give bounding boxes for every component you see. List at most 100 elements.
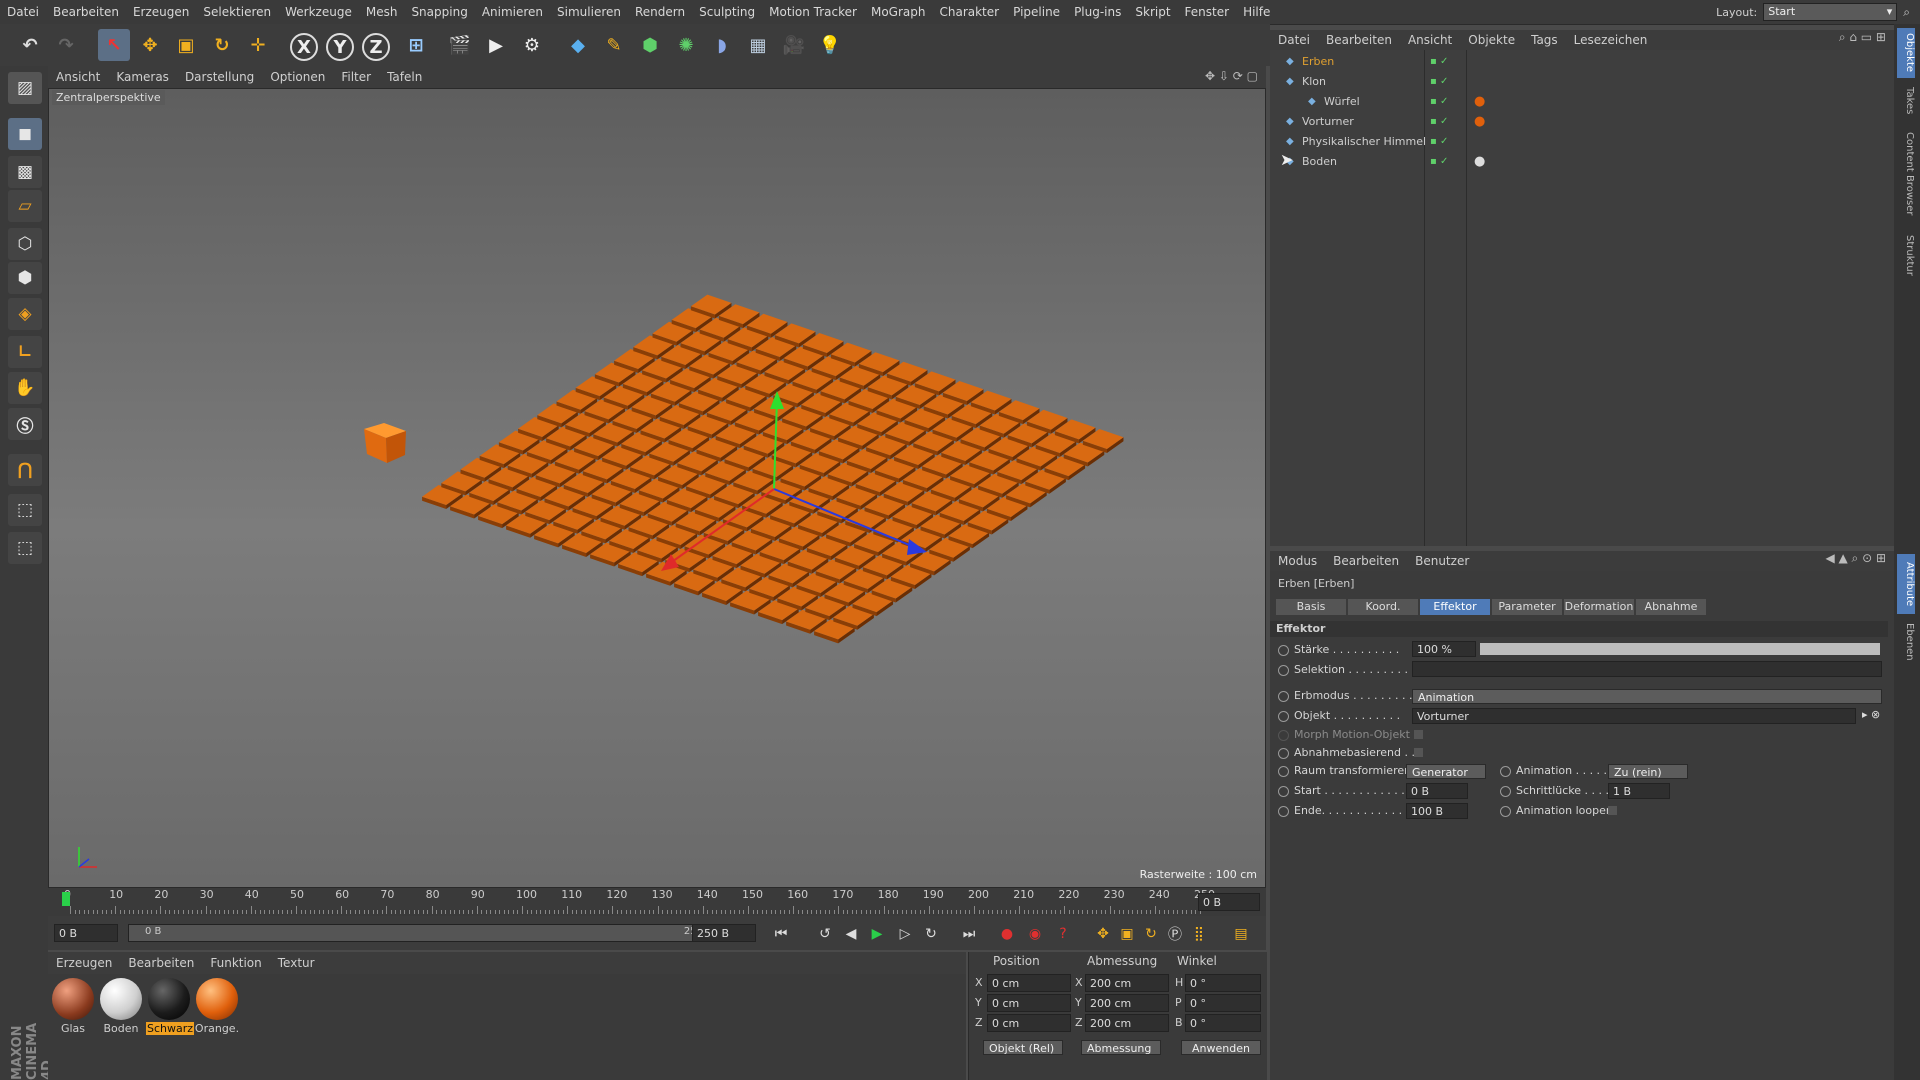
menu-rendern[interactable]: Rendern — [628, 0, 692, 24]
menu-simulieren[interactable]: Simulieren — [550, 0, 628, 24]
start-field[interactable]: 0 B — [1406, 783, 1468, 799]
tweak-mode-icon[interactable]: ✋ — [8, 372, 42, 404]
floor-environment-icon[interactable]: ▦ — [742, 29, 774, 61]
visibility-toggle-icon[interactable]: ▪ ✓ — [1430, 72, 1448, 92]
object-manager-tool-icons[interactable]: ⌕ ⌂ ▭ ⊞ — [1839, 30, 1886, 45]
cube-object-icon[interactable]: ◆ — [562, 29, 594, 61]
menu-animieren[interactable]: Animieren — [475, 0, 550, 24]
timeline-window-icon[interactable]: ▤ — [1230, 923, 1252, 945]
search-icon[interactable]: ⌕ — [1903, 5, 1910, 20]
material-tag-icon[interactable]: ● — [1474, 152, 1485, 172]
coord-angle-field[interactable]: 0 ° — [1185, 994, 1261, 1012]
range-slider[interactable]: 0 B 250 B — [128, 924, 728, 942]
coord-position-field[interactable]: 0 cm — [987, 994, 1071, 1012]
menu-werkzeuge[interactable]: Werkzeuge — [278, 0, 359, 24]
make-editable-icon[interactable]: ▨ — [8, 72, 42, 104]
animate-dot[interactable] — [1278, 805, 1289, 817]
visibility-toggle-icon[interactable]: ▪ ✓ — [1430, 152, 1448, 172]
subdivision-icon[interactable]: ⬢ — [634, 29, 666, 61]
menu-charakter[interactable]: Charakter — [932, 0, 1006, 24]
record-icon[interactable]: ● — [996, 923, 1018, 945]
attr-menu-benutzer[interactable]: Benutzer — [1407, 551, 1477, 571]
camera-icon[interactable]: 🎥 — [778, 29, 810, 61]
animate-dot[interactable] — [1500, 765, 1511, 777]
spline-pen-icon[interactable]: ✎ — [598, 29, 630, 61]
attr-nav-icons[interactable]: ◀ ▲ ⌕ ⊙ ⊞ — [1825, 551, 1886, 566]
object-row[interactable]: ◆ Vorturner ▪ ✓ ● — [1270, 112, 1894, 132]
menu-snapping[interactable]: Snapping — [404, 0, 474, 24]
object-link-menu-icon[interactable]: ▸ ⊗ — [1862, 708, 1880, 721]
menu-selektieren[interactable]: Selektieren — [196, 0, 278, 24]
select-tool-icon[interactable]: ↖ — [98, 29, 130, 61]
animate-dot[interactable] — [1278, 710, 1289, 722]
animate-dot[interactable] — [1278, 747, 1289, 759]
animate-dot[interactable] — [1278, 664, 1289, 676]
selektion-field[interactable] — [1412, 661, 1882, 677]
coord-size-field[interactable]: 200 cm — [1085, 974, 1169, 992]
key-position-icon[interactable]: ✥ — [1092, 923, 1114, 945]
material-schwarz[interactable]: Schwarz — [146, 978, 195, 1035]
staerke-field[interactable]: 100 % — [1412, 641, 1476, 657]
viewport-menu-tafeln[interactable]: Tafeln — [379, 66, 430, 88]
animate-dot[interactable] — [1278, 765, 1289, 777]
coord-mode-dropdown[interactable]: Objekt (Rel) — [983, 1040, 1063, 1055]
object-row[interactable]: ◆ Physikalischer Himmel ▪ ✓ — [1270, 132, 1894, 152]
material-menu-bearbeiten[interactable]: Bearbeiten — [120, 952, 202, 974]
auto-key-icon[interactable]: ◉ — [1024, 923, 1046, 945]
object-row[interactable]: ◆ Boden ▪ ✓ ● — [1270, 152, 1894, 172]
menu-datei[interactable]: Datei — [0, 0, 46, 24]
scale-tool-icon[interactable]: ▣ — [170, 29, 202, 61]
animate-dot[interactable] — [1278, 690, 1289, 702]
end-frame-field[interactable]: 250 B — [692, 924, 756, 942]
multi-tool-icon[interactable]: ✛ — [242, 29, 274, 61]
playhead-marker[interactable] — [62, 892, 70, 906]
coord-size-dropdown[interactable]: Abmessung — [1081, 1040, 1161, 1055]
prev-key-icon[interactable]: ↺ — [814, 923, 836, 945]
menu-bearbeiten[interactable]: Bearbeiten — [46, 0, 126, 24]
side-tab-ebenen[interactable]: Ebenen — [1897, 620, 1915, 664]
staerke-slider[interactable] — [1480, 643, 1880, 655]
deformer-icon[interactable]: ◗ — [706, 29, 738, 61]
x-axis-lock[interactable]: X — [290, 33, 318, 61]
side-tab-attribute[interactable]: Attribute — [1897, 554, 1915, 614]
loop-checkbox[interactable] — [1608, 806, 1617, 815]
side-tab-objekte[interactable]: Objekte — [1897, 28, 1915, 78]
morph-checkbox[interactable] — [1414, 730, 1423, 739]
menu-skript[interactable]: Skript — [1128, 0, 1177, 24]
object-menu-objekte[interactable]: Objekte — [1460, 30, 1523, 50]
material-menu-erzeugen[interactable]: Erzeugen — [48, 952, 120, 974]
current-frame-field[interactable]: 0 B — [1198, 893, 1260, 911]
side-tab-struktur[interactable]: Struktur — [1897, 230, 1915, 280]
side-tab-content-browser[interactable]: Content Browser — [1897, 124, 1915, 224]
menu-hilfe[interactable]: Hilfe — [1236, 0, 1277, 24]
workplane-lock-icon[interactable]: ⬚ — [8, 494, 42, 526]
erbmodus-dropdown[interactable]: Animation — [1412, 689, 1882, 704]
play-icon[interactable]: ▶ — [866, 923, 888, 945]
keyframe-selection-icon[interactable]: ? — [1052, 923, 1074, 945]
points-mode-icon[interactable]: ⬡ — [8, 228, 42, 260]
animate-dot[interactable] — [1278, 644, 1289, 656]
animate-dot[interactable] — [1500, 785, 1511, 797]
menu-motion-tracker[interactable]: Motion Tracker — [762, 0, 864, 24]
viewport-menu-kameras[interactable]: Kameras — [108, 66, 177, 88]
3d-viewport[interactable]: Rasterweite : 100 cm — [48, 88, 1266, 888]
visibility-toggle-icon[interactable]: ▪ ✓ — [1430, 52, 1448, 72]
schritt-field[interactable]: 1 B — [1608, 783, 1670, 799]
start-frame-field[interactable]: 0 B — [54, 924, 118, 942]
key-scale-icon[interactable]: ▣ — [1116, 923, 1138, 945]
render-settings-icon[interactable]: ⚙ — [516, 29, 548, 61]
viewport-menu-filter[interactable]: Filter — [333, 66, 379, 88]
object-row[interactable]: ◆ Erben ▪ ✓ — [1270, 52, 1894, 72]
visibility-toggle-icon[interactable]: ▪ ✓ — [1430, 92, 1448, 112]
undo-icon[interactable]: ↶ — [14, 29, 46, 61]
object-row[interactable]: ◆ Klon ▪ ✓ — [1270, 72, 1894, 92]
redo-icon[interactable]: ↷ — [50, 29, 82, 61]
snapping-icon[interactable]: Ⓢ — [8, 408, 42, 440]
texture-mode-icon[interactable]: ▩ — [8, 156, 42, 188]
render-view-icon[interactable]: 🎬 — [444, 29, 476, 61]
next-key-icon[interactable]: ↻ — [920, 923, 942, 945]
coord-position-field[interactable]: 0 cm — [987, 974, 1071, 992]
tab-basis[interactable]: Basis — [1276, 599, 1346, 615]
tab-deformation[interactable]: Deformation — [1564, 599, 1634, 615]
viewport-nav-icons[interactable]: ✥ ⇩ ⟳ ▢ — [1205, 69, 1258, 83]
